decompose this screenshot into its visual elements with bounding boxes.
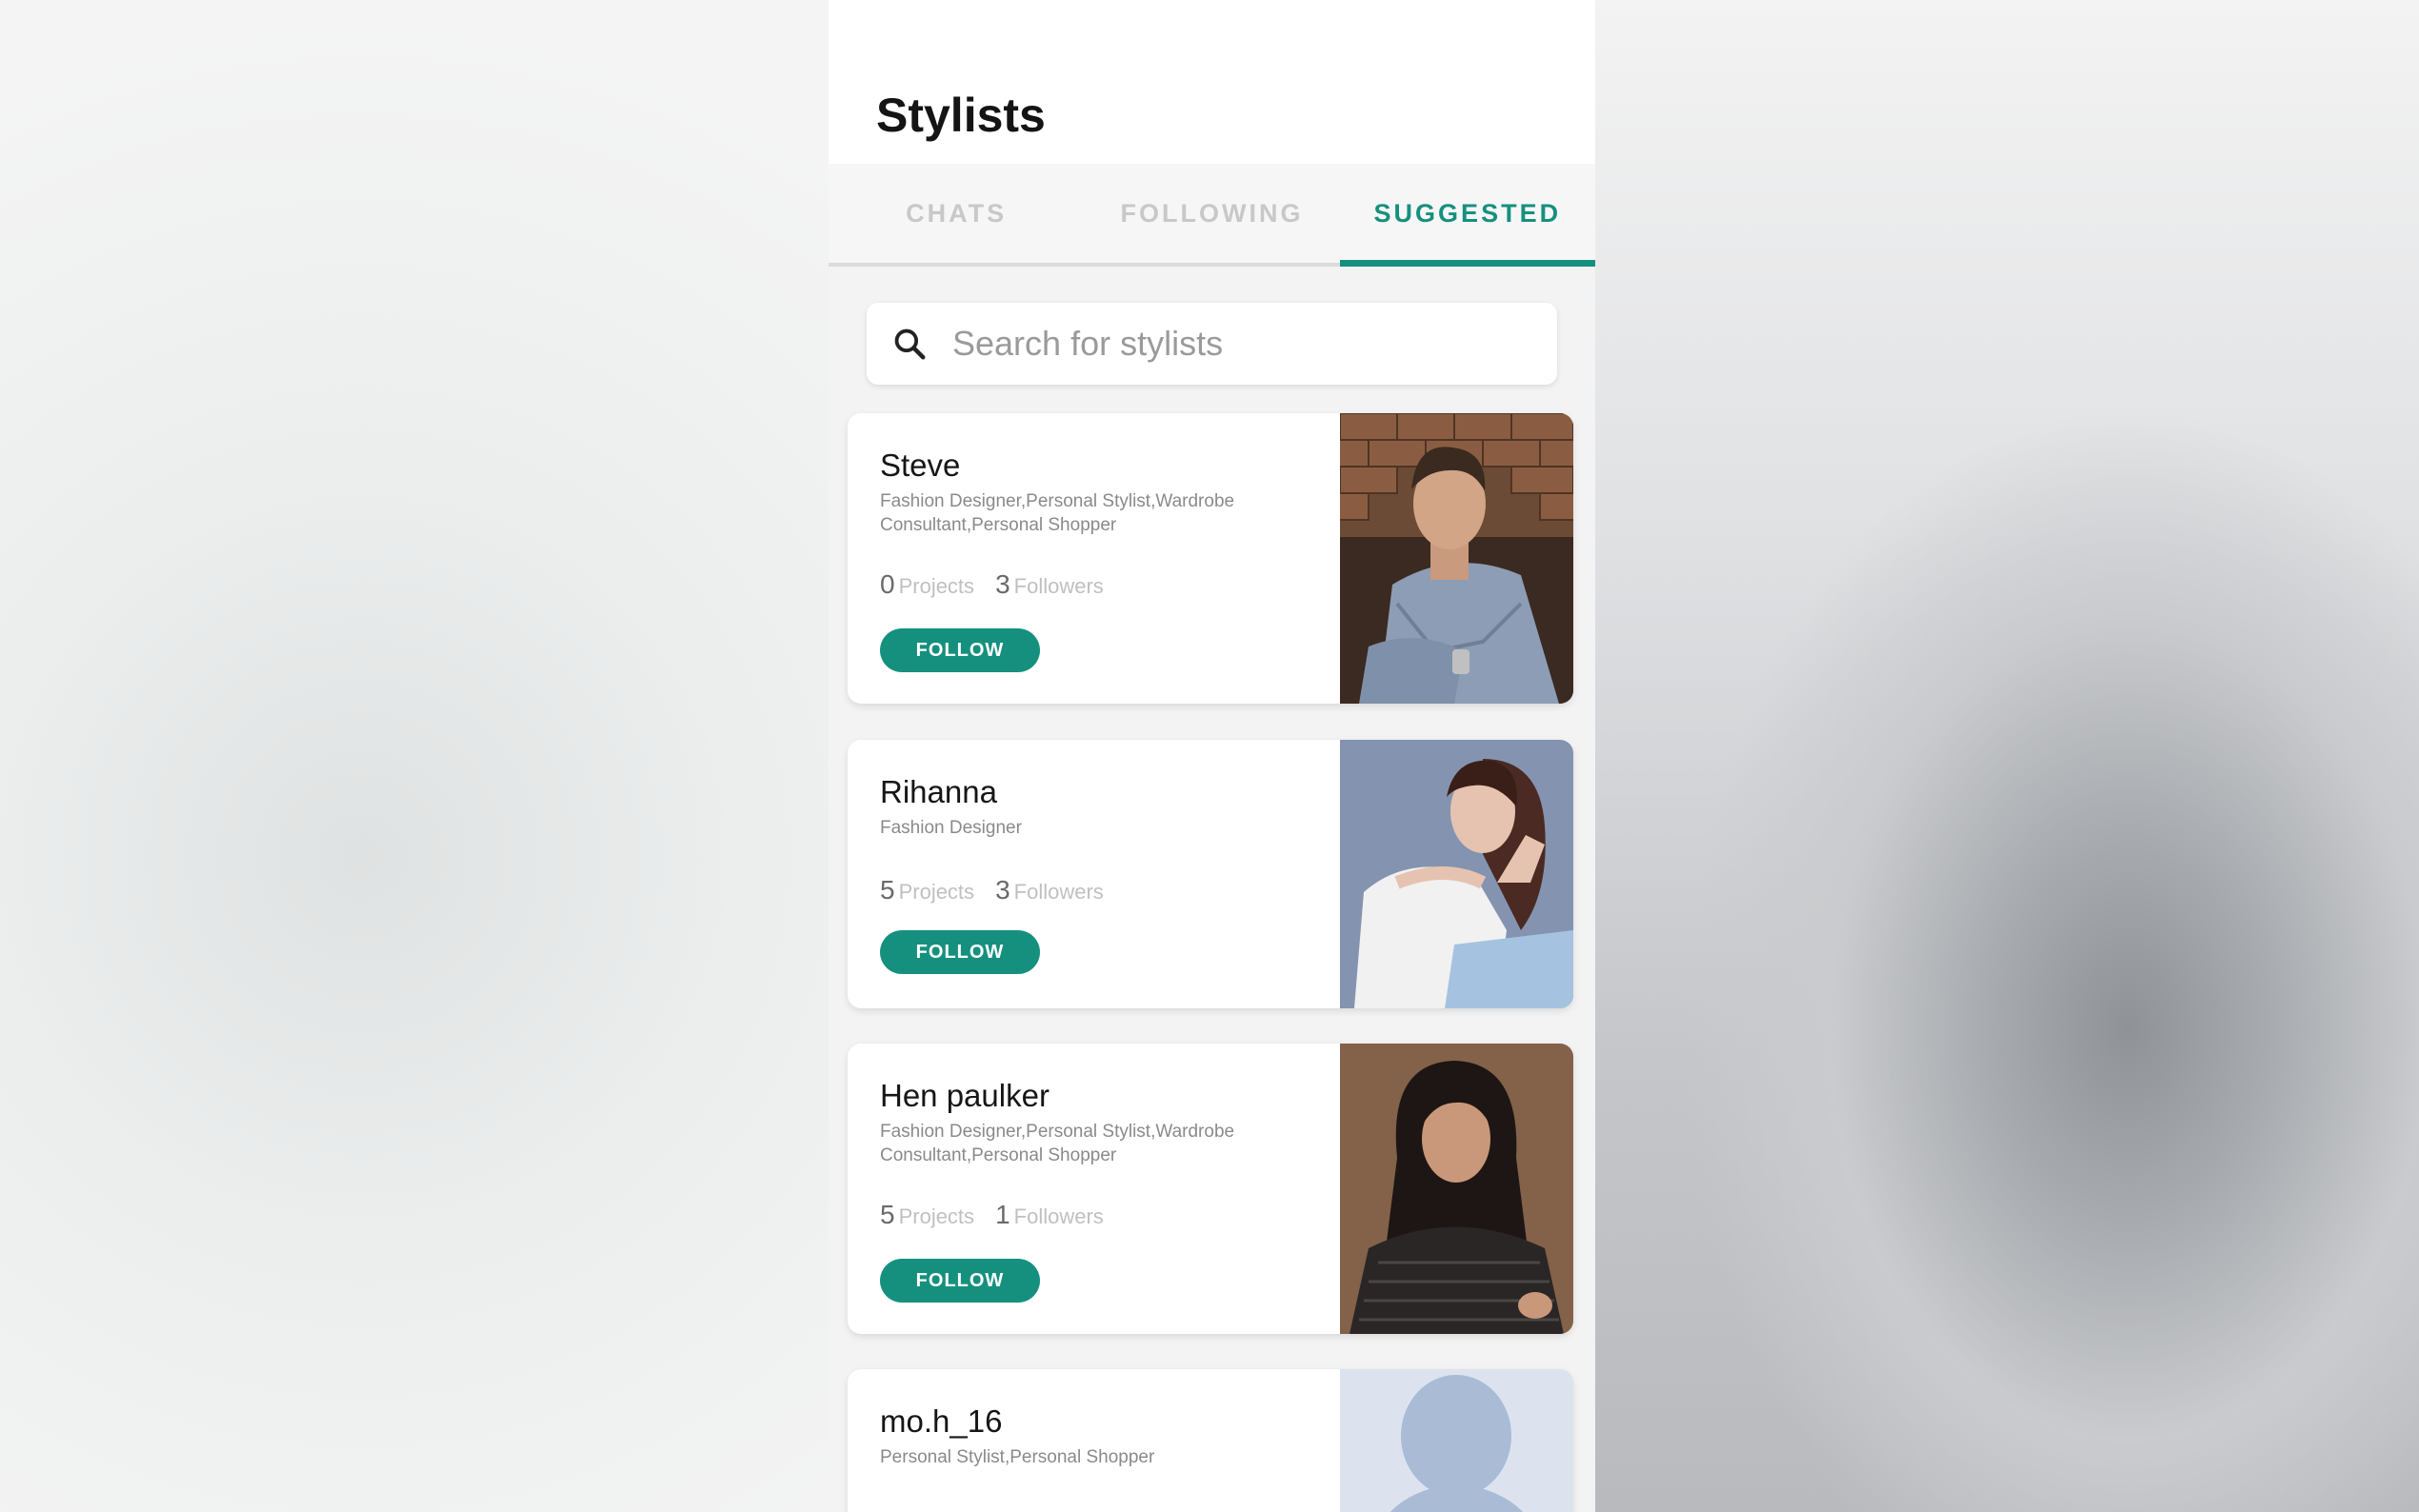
tab-following[interactable]: FOLLOWING xyxy=(1084,164,1339,263)
followers-label: Followers xyxy=(1013,880,1104,904)
projects-count: 5 xyxy=(880,875,895,905)
stylist-specialties: Fashion Designer xyxy=(880,818,1022,838)
projects-label: Projects xyxy=(898,880,975,904)
projects-count: 0 xyxy=(880,569,895,599)
tab-suggested[interactable]: SUGGESTED xyxy=(1339,164,1595,267)
follow-button[interactable]: FOLLOW xyxy=(880,1259,1040,1303)
follow-button[interactable]: FOLLOW xyxy=(880,628,1040,672)
stylist-name: Hen paulker xyxy=(880,1078,1050,1113)
stylist-stats: 5 Projects 3 Followers xyxy=(880,875,1125,905)
search-bar[interactable] xyxy=(867,303,1557,385)
stylist-card[interactable]: Hen paulker Fashion Designer,Personal St… xyxy=(848,1044,1573,1334)
stylist-photo[interactable] xyxy=(1340,1044,1573,1334)
followers-label: Followers xyxy=(1013,1204,1104,1228)
stylist-card[interactable]: mo.h_16 Personal Stylist,Personal Shoppe… xyxy=(848,1369,1573,1512)
stylist-specialties: Fashion Designer,Personal Stylist,Wardro… xyxy=(880,1122,1235,1165)
stylist-card[interactable]: Steve Fashion Designer,Personal Stylist,… xyxy=(848,413,1573,704)
stylist-name: Steve xyxy=(880,448,961,483)
stylist-photo[interactable] xyxy=(1340,413,1573,704)
stylist-name: mo.h_16 xyxy=(880,1403,1003,1439)
app-bar: Stylists xyxy=(829,0,1595,164)
followers-label: Followers xyxy=(1013,574,1104,598)
stylist-specialties: Fashion Designer,Personal Stylist,Wardro… xyxy=(880,491,1235,535)
projects-label: Projects xyxy=(898,574,975,598)
followers-count: 1 xyxy=(995,1200,1010,1229)
blurred-background xyxy=(1595,0,2419,1512)
page-title: Stylists xyxy=(876,89,1046,142)
followers-count: 3 xyxy=(995,569,1010,599)
stylist-card[interactable]: Rihanna Fashion Designer 5 Projects 3 Follo… xyxy=(848,740,1573,1008)
tab-chats[interactable]: CHATS xyxy=(829,164,1084,263)
projects-count: 5 xyxy=(880,1200,895,1229)
follow-button[interactable]: FOLLOW xyxy=(880,930,1040,974)
stylist-stats: 5 Projects 1 Followers xyxy=(880,1200,1125,1230)
stylist-stats: 0 Projects 3 Followers xyxy=(880,569,1125,600)
avatar-placeholder[interactable] xyxy=(1340,1369,1573,1512)
search-input[interactable] xyxy=(952,324,1524,364)
tab-bar: CHATS FOLLOWING SUGGESTED xyxy=(829,164,1595,267)
stylist-photo[interactable] xyxy=(1340,740,1573,1008)
followers-count: 3 xyxy=(995,875,1010,905)
search-icon xyxy=(867,303,952,385)
app-screen: Stylists CHATS FOLLOWING SUGGESTED Steve… xyxy=(829,0,1595,1512)
stylist-name: Rihanna xyxy=(880,774,997,809)
projects-label: Projects xyxy=(898,1204,975,1228)
stylist-specialties: Personal Stylist,Personal Shopper xyxy=(880,1447,1155,1467)
